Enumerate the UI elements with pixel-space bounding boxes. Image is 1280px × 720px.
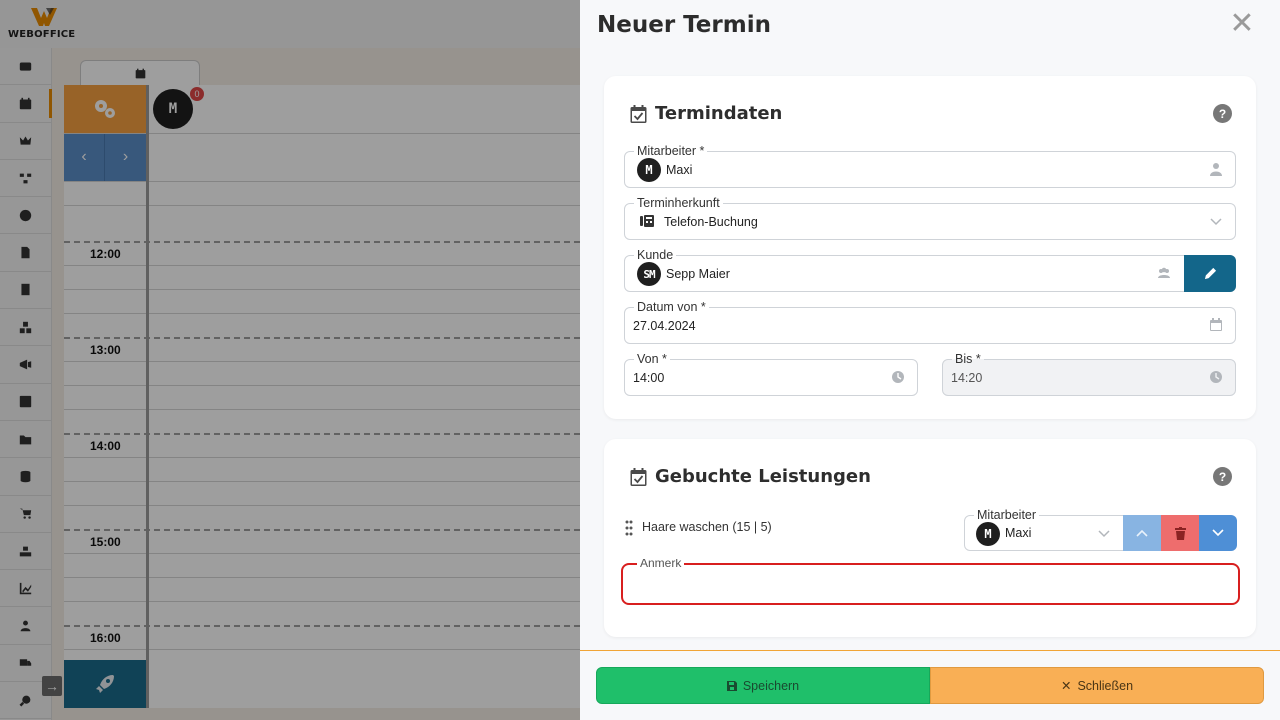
field-label: Kunde <box>634 248 677 262</box>
users-icon[interactable] <box>1157 266 1171 280</box>
field-label: Terminherkunft <box>634 196 723 210</box>
move-service-up-button[interactable] <box>1123 515 1161 551</box>
field-label: Mitarbeiter <box>974 508 1040 522</box>
service-row: Haare waschen (15 | 5) Mitarbeiter M Max… <box>624 508 1237 552</box>
save-button[interactable]: Speichern <box>596 667 930 704</box>
chevron-down-icon <box>1212 529 1224 537</box>
panel-title: Neuer Termin <box>597 12 771 38</box>
service-name: Haare waschen (15 | 5) <box>642 520 772 534</box>
chevron-down-icon <box>1209 214 1223 228</box>
edit-customer-button[interactable] <box>1184 255 1236 292</box>
time-from-field[interactable]: Von * 14:00 <box>624 352 918 396</box>
pencil-icon <box>1204 267 1216 280</box>
clock-icon[interactable] <box>891 370 905 384</box>
save-icon <box>726 680 737 691</box>
delete-service-button[interactable] <box>1161 515 1199 551</box>
save-label: Speichern <box>742 678 800 693</box>
time-to-value: 14:20 <box>951 371 983 385</box>
chevron-down-icon <box>1097 526 1111 540</box>
help-icon[interactable]: ? <box>1213 467 1232 486</box>
modal-backdrop[interactable] <box>0 0 580 720</box>
time-to-field: Bis * 14:20 <box>942 352 1236 396</box>
drag-handle-icon[interactable] <box>625 520 633 536</box>
field-label: Anmerk <box>637 559 685 567</box>
employee-field[interactable]: Mitarbeiter * M Maxi <box>624 144 1236 188</box>
field-label: Mitarbeiter * <box>634 144 708 158</box>
service-employee-value: Maxi <box>1005 526 1032 540</box>
employee-value: Maxi <box>666 163 693 177</box>
close-label: Schließen <box>1077 678 1134 693</box>
close-icon[interactable]: ✕ <box>1228 9 1256 39</box>
field-label: Datum von * <box>634 300 709 314</box>
chevron-up-icon <box>1136 529 1148 537</box>
move-service-down-button[interactable] <box>1199 515 1237 551</box>
help-icon[interactable]: ? <box>1213 104 1232 123</box>
card-header: Termindaten <box>630 103 782 124</box>
booked-services-card: Gebuchte Leistungen ? Haare waschen (15 … <box>604 439 1256 637</box>
user-icon <box>1209 162 1223 176</box>
trash-icon <box>1174 526 1186 540</box>
close-small-icon: ✕ <box>1060 679 1072 693</box>
calendar-icon[interactable] <box>1209 318 1223 332</box>
time-from-value: 14:00 <box>633 371 665 385</box>
customer-avatar: SM <box>637 262 661 286</box>
footer-divider <box>580 650 1280 651</box>
date-from-value: 27.04.2024 <box>633 319 696 333</box>
close-button[interactable]: ✕ Schließen <box>930 667 1264 704</box>
service-employee-select[interactable]: Mitarbeiter M Maxi <box>964 508 1124 551</box>
remark-field[interactable]: Anmerk <box>621 559 1240 605</box>
calendar-check-icon <box>630 467 647 486</box>
employee-avatar: M <box>976 522 1000 546</box>
customer-field[interactable]: Kunde SM Sepp Maier <box>624 248 1236 292</box>
calendar-check-icon <box>630 104 647 123</box>
card-header: Gebuchte Leistungen <box>630 466 871 487</box>
date-from-field[interactable]: Datum von * 27.04.2024 <box>624 300 1236 344</box>
appointment-origin-value: Telefon-Buchung <box>664 215 758 229</box>
new-appointment-panel: Neuer Termin ✕ Termindaten ? Mitarbeiter… <box>580 0 1280 720</box>
phone-book-icon <box>640 214 654 228</box>
appointment-origin-select[interactable]: Terminherkunft Telefon-Buchung <box>624 196 1236 240</box>
clock-icon <box>1209 370 1223 384</box>
appointment-data-card: Termindaten ? Mitarbeiter * M Maxi Termi… <box>604 76 1256 419</box>
customer-value: Sepp Maier <box>666 267 730 281</box>
field-label: Bis * <box>952 352 984 366</box>
field-label: Von * <box>634 352 670 366</box>
card-title: Gebuchte Leistungen <box>655 466 871 487</box>
card-title: Termindaten <box>655 103 783 124</box>
employee-avatar: M <box>637 158 661 182</box>
